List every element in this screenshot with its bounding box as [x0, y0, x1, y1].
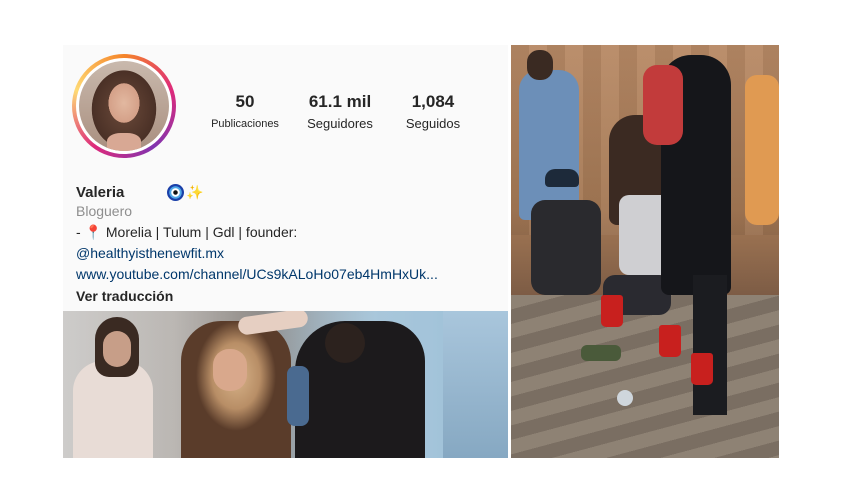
following-count: 1,084 [411, 92, 455, 111]
bio-mention-link[interactable]: @healthyisthenewfit.mx [76, 245, 224, 261]
instagram-profile-screenshot: 50 Publicaciones 61.1 mil Seguidores 1,0… [63, 45, 508, 458]
following-label: Seguidos [405, 116, 461, 131]
stat-followers[interactable]: 61.1 mil Seguidores [295, 92, 385, 132]
followers-count: 61.1 mil [308, 92, 372, 111]
bio-website-link[interactable]: www.youtube.com/channel/UCs9kALoHo07eb4H… [76, 266, 438, 282]
posts-count: 50 [235, 92, 255, 111]
avatar[interactable] [79, 61, 169, 151]
video-still-dancing [63, 311, 508, 458]
bio-line: - 📍 Morelia | Tulum | Gdl | founder: [76, 224, 298, 240]
nazar-amulet-icon [167, 183, 185, 201]
name-row: Valeria ✨ [76, 181, 204, 203]
stat-posts[interactable]: 50 Publicaciones [200, 92, 290, 132]
party-photo [511, 45, 779, 458]
sparkles-icon: ✨ [186, 183, 204, 200]
see-translation-button[interactable]: Ver traducción [76, 288, 173, 304]
story-ring[interactable] [72, 54, 176, 158]
stat-following[interactable]: 1,084 Seguidos [393, 92, 473, 132]
profile-category: Bloguero [76, 203, 133, 219]
profile-header: 50 Publicaciones 61.1 mil Seguidores 1,0… [63, 45, 508, 310]
followers-label: Seguidores [307, 116, 373, 131]
profile-name: Valeria [76, 183, 125, 201]
posts-label: Publicaciones [211, 118, 279, 130]
